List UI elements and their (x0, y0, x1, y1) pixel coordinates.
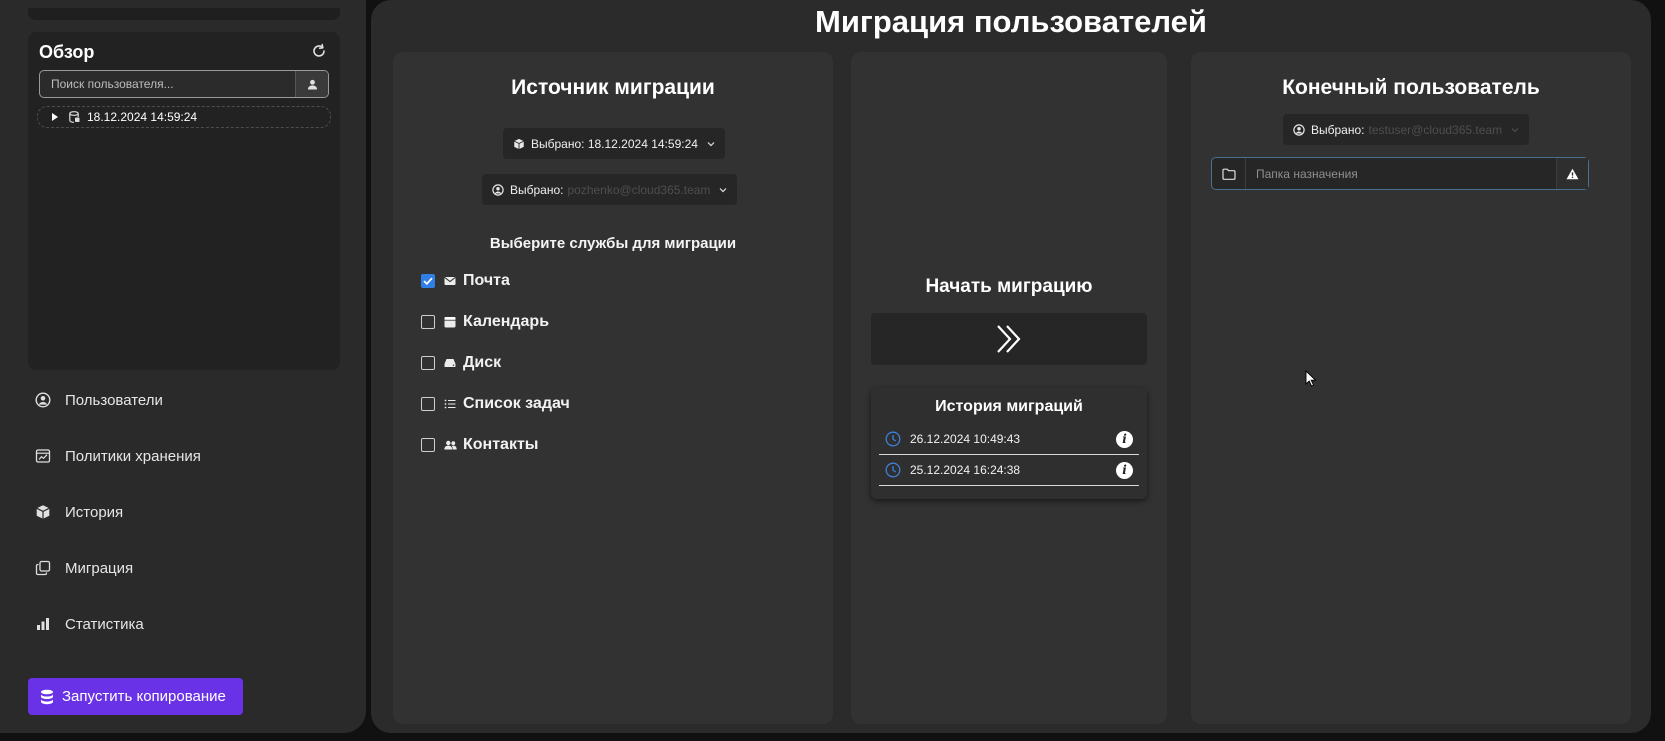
bar-chart-icon (34, 616, 51, 633)
user-icon (307, 79, 317, 90)
sidebar-item-migration[interactable]: Миграция (34, 557, 201, 579)
sidebar-item-label: История (65, 503, 124, 521)
source-panel: Источник миграции Выбрано: 18.12.2024 14… (393, 52, 833, 724)
service-label: Контакты (463, 436, 539, 453)
history-time: 25.12.2024 16:24:38 (910, 463, 1021, 477)
sidebar-item-label: Пользователи (65, 391, 163, 409)
destination-user-dropdown[interactable]: Выбрано: testuser@cloud365.team (1283, 114, 1530, 145)
mouse-cursor-icon (1305, 369, 1317, 392)
info-icon[interactable]: i (1116, 461, 1133, 479)
start-migration-button[interactable] (871, 313, 1147, 365)
tasks-checkbox[interactable] (421, 397, 435, 411)
source-user-label: Выбрано: (510, 182, 564, 197)
folder-icon (1212, 158, 1246, 189)
chart-window-icon (34, 448, 51, 465)
service-drive: Диск (421, 352, 501, 374)
history-title: История миграций (935, 398, 1083, 415)
start-title: Начать миграцию (925, 276, 1093, 297)
source-title: Источник миграции (511, 76, 715, 99)
start-copy-label: Запустить копирование (62, 688, 226, 705)
drive-checkbox[interactable] (421, 356, 435, 370)
contacts-icon (443, 438, 457, 452)
chevron-down-icon (1511, 127, 1519, 133)
page-title: Миграция пользователей (815, 4, 1207, 39)
mail-checkbox[interactable] (421, 274, 435, 288)
sidebar: Обзор 18.12.2024 14:59:24 Пользователи (0, 0, 366, 733)
migration-history-card: История миграций 26.12.2024 10:49:43 i 2… (871, 388, 1147, 499)
overview-title: Обзор (39, 42, 95, 62)
user-search (39, 70, 329, 98)
search-input[interactable] (40, 71, 295, 97)
start-panel: Начать миграцию История миграций 26.12.2… (851, 52, 1167, 724)
destination-user-value: testuser@cloud365.team (1368, 122, 1503, 137)
service-tasks: Список задач (421, 393, 570, 415)
service-label: Календарь (463, 313, 550, 330)
destination-title: Конечный пользователь (1282, 76, 1540, 99)
service-calendar: Календарь (421, 311, 549, 333)
service-contacts: Контакты (421, 434, 538, 456)
calendar-icon (443, 315, 457, 329)
info-icon[interactable]: i (1116, 430, 1133, 448)
history-row[interactable]: 25.12.2024 16:24:38 i (879, 455, 1139, 486)
service-mail: Почта (421, 270, 510, 292)
main-content: Миграция пользователей Источник миграции… (371, 0, 1651, 733)
database-icon (40, 689, 54, 705)
drive-icon (443, 356, 457, 370)
chevron-down-icon (707, 141, 715, 147)
clock-icon (885, 431, 901, 447)
snapshot-dropdown-label: Выбрано: 18.12.2024 14:59:24 (531, 136, 698, 151)
double-chevron-right-icon (997, 325, 1021, 353)
user-circle-icon (34, 392, 51, 409)
sidebar-item-statistics[interactable]: Статистика (34, 613, 201, 635)
source-user-value: pozhenko@cloud365.team (567, 182, 711, 197)
service-label: Список задач (463, 395, 570, 412)
destination-folder-input[interactable] (1246, 158, 1556, 189)
list-icon (443, 397, 457, 411)
user-circle-icon (492, 183, 504, 196)
start-copy-button[interactable]: Запустить копирование (28, 678, 243, 715)
sidebar-item-history[interactable]: История (34, 501, 201, 523)
services-title: Выберите службы для миграции (489, 235, 737, 252)
tree-item-label: 18.12.2024 14:59:24 (87, 110, 198, 124)
clock-icon (885, 462, 901, 478)
chevron-down-icon (719, 187, 727, 193)
history-time: 26.12.2024 10:49:43 (910, 432, 1021, 446)
calendar-checkbox[interactable] (421, 315, 435, 329)
copy-icon (34, 560, 51, 577)
service-label: Почта (463, 272, 510, 289)
warning-icon (1556, 158, 1588, 189)
sidebar-item-users[interactable]: Пользователи (34, 389, 201, 411)
box-icon (513, 138, 525, 150)
history-row[interactable]: 26.12.2024 10:49:43 i (879, 424, 1139, 455)
snapshot-dropdown[interactable]: Выбрано: 18.12.2024 14:59:24 (503, 128, 725, 159)
sidebar-item-label: Миграция (65, 559, 134, 577)
sidebar-nav: Пользователи Политики хранения История М… (34, 389, 201, 669)
database-icon (69, 111, 80, 123)
mail-icon (443, 274, 457, 288)
sidebar-item-label: Политики хранения (65, 447, 201, 465)
destination-user-label: Выбрано: (1311, 122, 1365, 137)
service-label: Диск (463, 354, 502, 371)
sidebar-top-bar (28, 8, 340, 20)
tree-item-snapshot[interactable]: 18.12.2024 14:59:24 (37, 106, 331, 128)
contacts-checkbox[interactable] (421, 438, 435, 452)
destination-panel: Конечный пользователь Выбрано: testuser@… (1191, 52, 1631, 724)
source-user-dropdown[interactable]: Выбрано: pozhenko@cloud365.team (482, 174, 738, 205)
destination-folder-field (1211, 157, 1589, 190)
expand-caret-icon[interactable] (52, 113, 58, 121)
user-circle-icon (1293, 123, 1305, 136)
sidebar-item-label: Статистика (65, 615, 144, 633)
search-user-button[interactable] (295, 71, 328, 97)
refresh-icon[interactable] (310, 42, 328, 60)
overview-panel: Обзор 18.12.2024 14:59:24 (28, 32, 340, 370)
box-icon (34, 504, 51, 521)
sidebar-item-retention[interactable]: Политики хранения (34, 445, 201, 467)
